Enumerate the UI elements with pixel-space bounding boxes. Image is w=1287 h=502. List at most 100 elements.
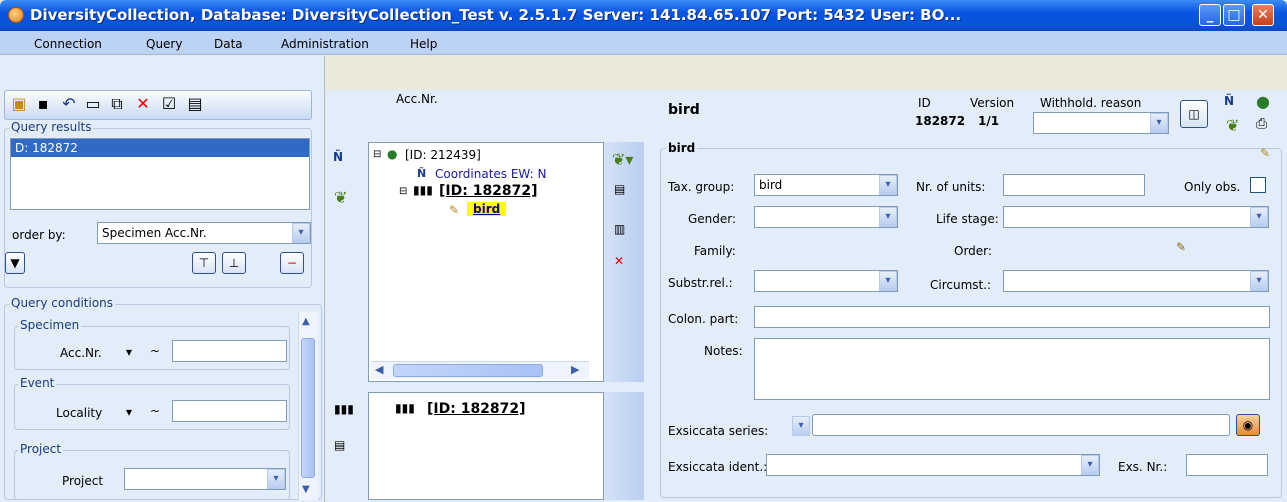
- collapse-icon[interactable]: ⊟: [399, 186, 407, 197]
- version-label: Version: [970, 96, 1015, 110]
- barcode-icon[interactable]: ▮▮▮: [334, 402, 354, 416]
- details-icon[interactable]: ▥: [614, 222, 625, 236]
- minimize-button[interactable]: _: [1199, 4, 1221, 26]
- chevron-down-icon[interactable]: ▾: [879, 175, 897, 195]
- order-by-select[interactable]: Specimen Acc.Nr. ▾: [97, 222, 311, 244]
- chevron-down-icon[interactable]: ▾: [267, 469, 285, 489]
- print-icon[interactable]: ⎙: [1256, 116, 1267, 132]
- unit-group-title: bird: [666, 141, 698, 155]
- chevron-down-icon[interactable]: ▾: [1081, 455, 1099, 475]
- taxon-n-icon[interactable]: Ñ: [333, 150, 343, 164]
- menu-query[interactable]: Query: [146, 37, 182, 51]
- result-item[interactable]: D: 182872: [11, 139, 309, 157]
- pencil-icon[interactable]: ✎: [1176, 240, 1186, 254]
- form-icon[interactable]: ▤: [614, 182, 625, 196]
- locality-input[interactable]: [172, 400, 287, 422]
- menu-administration[interactable]: Administration: [281, 37, 369, 51]
- add-unit-icon[interactable]: ❦▾: [612, 150, 633, 169]
- expand-icon[interactable]: ▼: [5, 252, 25, 274]
- only-obs-checkbox[interactable]: [1250, 177, 1266, 193]
- exsiccata-series-input[interactable]: [812, 414, 1230, 436]
- withhold-select[interactable]: ▾: [1033, 112, 1169, 134]
- chevron-down-icon[interactable]: ▾: [292, 223, 310, 243]
- scroll-down-icon[interactable]: ▼: [302, 484, 310, 495]
- scroll-right-icon[interactable]: ▶: [571, 363, 579, 376]
- menu-help[interactable]: Help: [410, 37, 437, 51]
- bird-icon: ✎: [449, 203, 460, 217]
- chevron-down-icon[interactable]: ▾: [792, 416, 810, 436]
- barcode-icon: ▮▮▮: [413, 183, 433, 197]
- chevron-down-icon[interactable]: ▾: [1250, 271, 1268, 291]
- chevron-down-icon[interactable]: ▾: [1150, 113, 1168, 133]
- version-value: 1/1: [978, 114, 1000, 128]
- list-icon[interactable]: ▤: [334, 438, 345, 452]
- tilde-label: ~: [150, 404, 161, 418]
- tree-hscrollbar[interactable]: ◀ ▶: [371, 361, 589, 379]
- globe-icon[interactable]: ●: [1256, 92, 1270, 111]
- colon-part-input[interactable]: [754, 306, 1270, 328]
- chevron-down-icon[interactable]: ▾: [879, 271, 897, 291]
- tree-specimen-node[interactable]: [ID: 182872]: [439, 183, 538, 199]
- bird-icon: ✎: [1260, 146, 1271, 160]
- delete-icon[interactable]: ✕: [134, 95, 152, 113]
- chevron-down-icon[interactable]: ▾: [879, 207, 897, 227]
- tree-event-node[interactable]: [ID: 212439]: [405, 148, 481, 162]
- scroll-left-icon[interactable]: ◀: [375, 363, 383, 376]
- acc-nr-label: Acc.Nr.: [60, 346, 102, 360]
- globe-icon: ●: [387, 147, 398, 161]
- leaf-icon[interactable]: ❦: [334, 188, 347, 207]
- save-icon[interactable]: ▪: [34, 95, 52, 113]
- life-stage-select[interactable]: ▾: [1003, 206, 1269, 228]
- notes-textarea[interactable]: [754, 338, 1270, 400]
- filter-icon[interactable]: ⊤: [192, 252, 216, 274]
- chevron-down-icon[interactable]: ▾: [1250, 207, 1268, 227]
- exsiccata-ident-select[interactable]: ▾: [766, 454, 1100, 476]
- scroll-up-icon[interactable]: ▲: [302, 316, 310, 327]
- circumst-select[interactable]: ▾: [1003, 270, 1269, 292]
- leaf-icon[interactable]: ❦: [1226, 116, 1239, 135]
- collapse-icon[interactable]: ⊟: [373, 149, 381, 160]
- undo-icon[interactable]: ↶: [60, 95, 78, 113]
- part-side-toolbar: [604, 392, 644, 500]
- copy-icon[interactable]: ⧉: [108, 95, 126, 113]
- lookup-icon[interactable]: ◉: [1236, 414, 1260, 436]
- results-list[interactable]: D: 182872: [10, 138, 310, 210]
- view-icon[interactable]: ◫: [1180, 100, 1208, 128]
- grid-icon[interactable]: ▤: [186, 95, 204, 113]
- project-select[interactable]: ▾: [124, 468, 286, 490]
- check-icon[interactable]: ☑: [160, 95, 178, 113]
- conditions-scrollbar[interactable]: ▲ ▼: [298, 312, 318, 500]
- specimen-tree[interactable]: ⊟ ● [ID: 212439] Ñ Coordinates EW: N ⊟ ▮…: [368, 142, 604, 382]
- scroll-thumb[interactable]: [301, 338, 315, 478]
- gender-select[interactable]: ▾: [754, 206, 898, 228]
- scroll-thumb[interactable]: [393, 364, 543, 377]
- order-label: Order:: [954, 244, 992, 258]
- nr-units-input[interactable]: [1003, 174, 1145, 196]
- part-tree[interactable]: ▮▮▮ [ID: 182872]: [368, 392, 604, 500]
- order-by-value: Specimen Acc.Nr.: [102, 226, 207, 240]
- query-results-label: Query results: [9, 120, 94, 134]
- part-tree-node[interactable]: [ID: 182872]: [427, 401, 526, 417]
- menu-connection[interactable]: Connection: [34, 37, 102, 51]
- remove-icon[interactable]: −: [280, 252, 304, 274]
- menu-bar: Connection Query Data Administration Hel…: [0, 31, 1287, 55]
- operator-dropdown[interactable]: ▾: [126, 405, 132, 419]
- substr-label: Substr.rel.:: [668, 276, 733, 290]
- add-query-icon[interactable]: ⊥: [222, 252, 246, 274]
- delete-icon[interactable]: ✕: [614, 254, 624, 268]
- tax-group-select[interactable]: bird ▾: [754, 174, 898, 196]
- tree-coordinates-node[interactable]: Coordinates EW: N: [435, 167, 546, 181]
- maximize-button[interactable]: □: [1223, 4, 1245, 26]
- taxon-n-icon[interactable]: Ñ: [1224, 94, 1234, 108]
- notes-label: Notes:: [704, 344, 743, 358]
- open-folder-icon[interactable]: ▣: [10, 95, 28, 113]
- new-icon[interactable]: ▭: [84, 95, 102, 113]
- tree-unit-node[interactable]: bird: [467, 202, 507, 216]
- substr-select[interactable]: ▾: [754, 270, 898, 292]
- acc-nr-input[interactable]: [172, 340, 287, 362]
- operator-dropdown[interactable]: ▾: [126, 345, 132, 359]
- menu-data[interactable]: Data: [214, 37, 243, 51]
- withhold-label: Withhold. reason: [1040, 96, 1142, 110]
- close-button[interactable]: ✕: [1252, 4, 1274, 26]
- exs-nr-input[interactable]: [1186, 454, 1268, 476]
